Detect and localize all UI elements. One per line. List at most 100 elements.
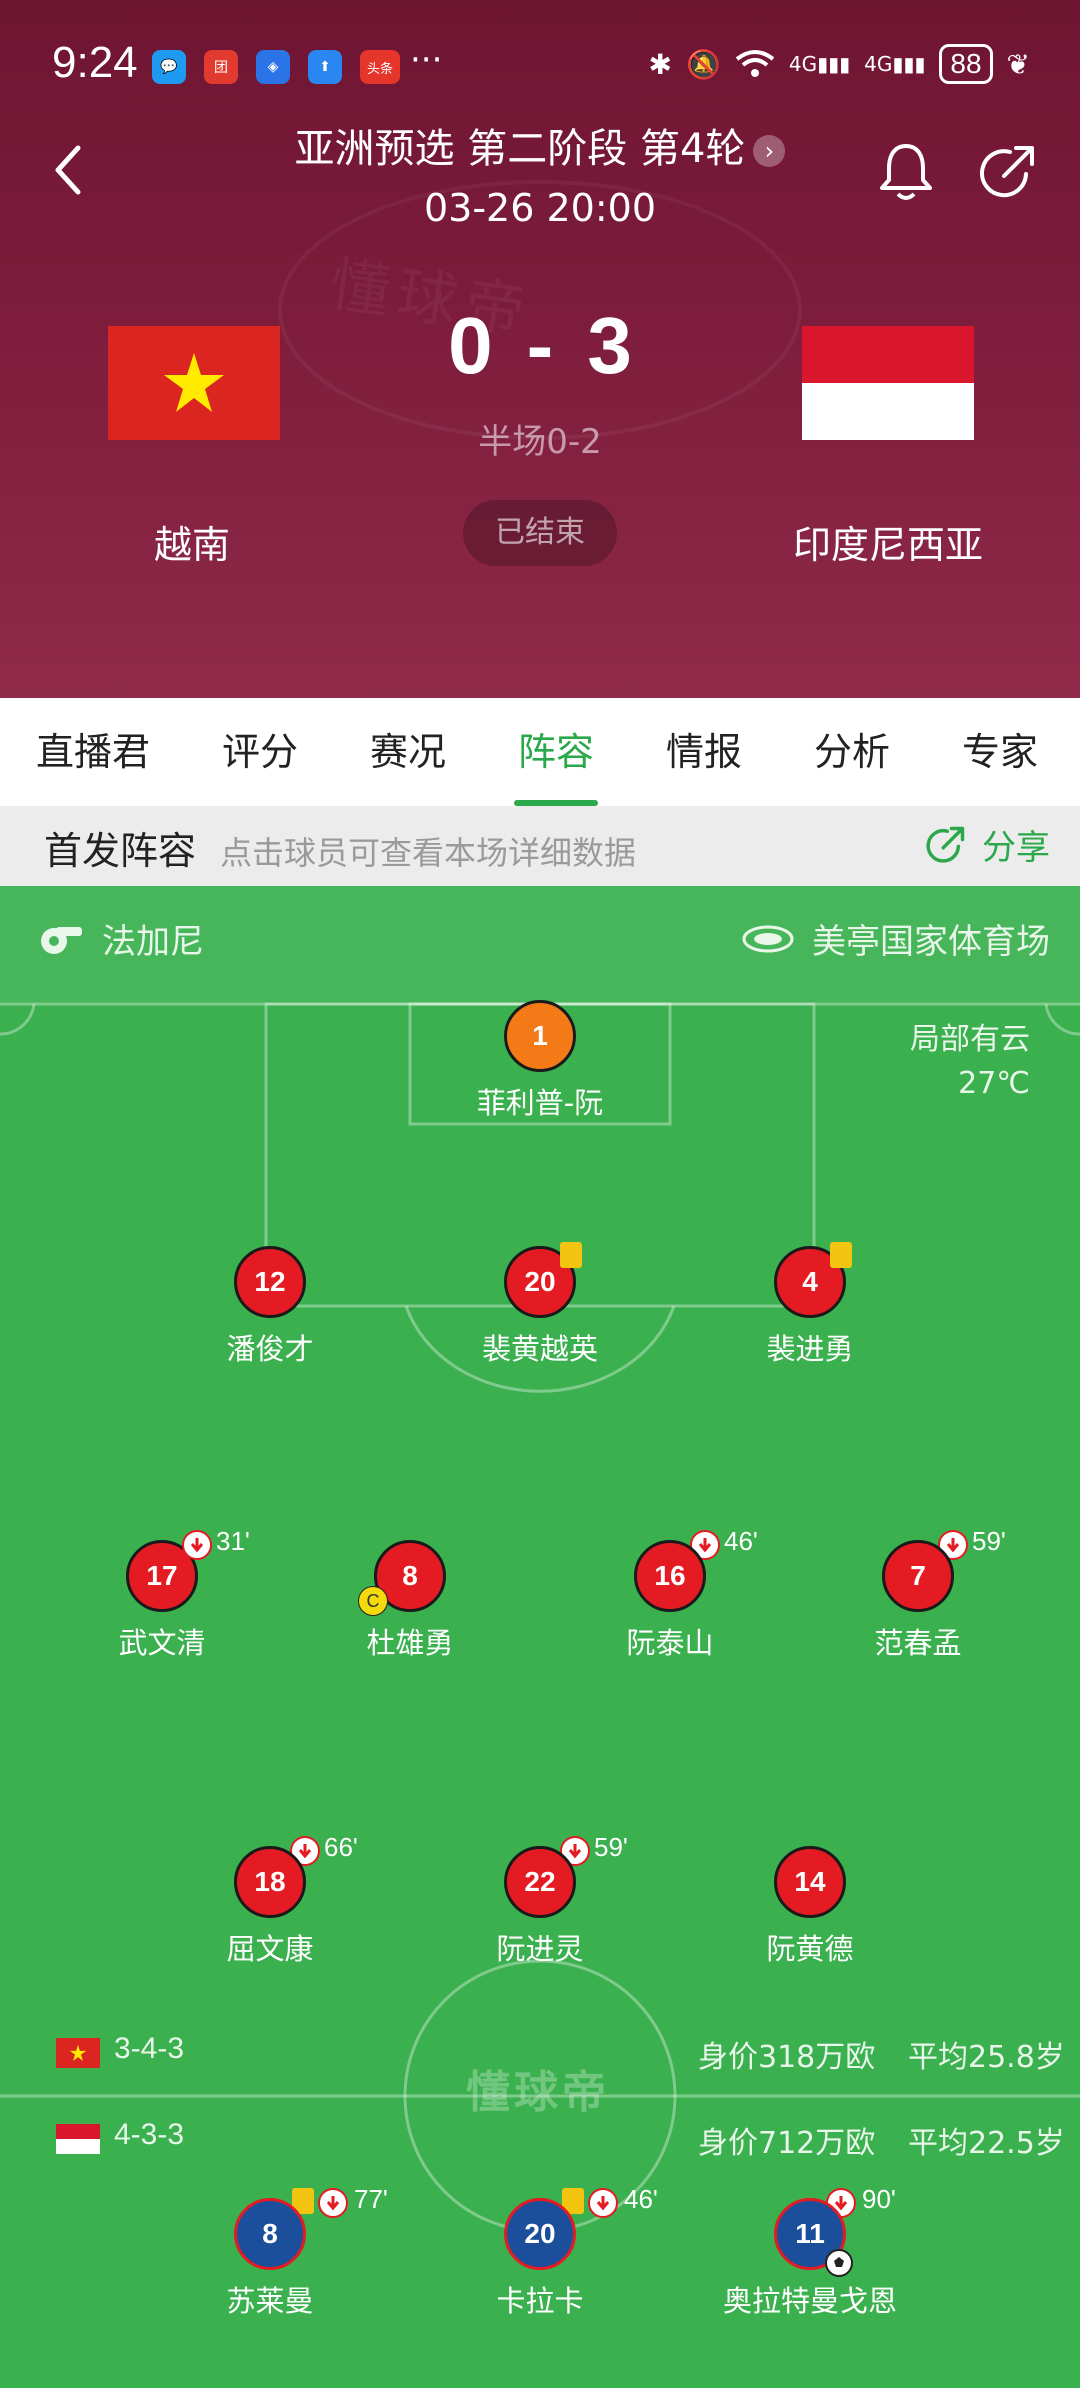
lineup-share-button[interactable]: 分享 xyxy=(924,820,1050,869)
yellow-card-icon xyxy=(560,1242,582,1268)
weather-temperature: 27℃ xyxy=(958,1066,1030,1101)
player-number: 22 xyxy=(504,1846,576,1918)
status-right: ✱ 🔕 4G▮▮▮ 4G▮▮▮ 88 ❦ xyxy=(648,44,1030,84)
mute-icon: 🔕 xyxy=(685,47,721,81)
sub-minute: 59' xyxy=(594,1832,628,1862)
sub-out-icon xyxy=(588,2188,618,2218)
away-mini-flag xyxy=(56,2124,100,2154)
tab-ratings[interactable]: 评分 xyxy=(186,698,334,806)
sub-minute: 59' xyxy=(972,1526,1006,1556)
yellow-card-icon xyxy=(830,1242,852,1268)
away-avg-age: 平均22.5岁 xyxy=(908,2126,1065,2161)
sub-out-icon xyxy=(318,2188,348,2218)
player-name: 阮泰山 xyxy=(626,1626,714,1660)
away-team-name[interactable]: 印度尼西亚 xyxy=(718,514,1058,569)
signal-1-icon: 4G▮▮▮ xyxy=(788,52,851,76)
player-number: 1 xyxy=(504,1000,576,1072)
player-home-8[interactable]: 8 C 杜雄勇 xyxy=(300,1540,520,1662)
player-name: 裴进勇 xyxy=(766,1332,854,1366)
player-home-1[interactable]: 1 菲利普-阮 xyxy=(430,1000,650,1122)
bluetooth-icon: ✱ xyxy=(648,47,672,81)
tab-intel[interactable]: 情报 xyxy=(630,698,778,806)
home-mini-flag xyxy=(56,2038,100,2068)
tab-live[interactable]: 直播君 xyxy=(0,698,186,806)
tab-experts[interactable]: 专家 xyxy=(926,698,1074,806)
away-formation: 4-3-3 xyxy=(114,2118,185,2151)
venue-name: 美亭国家体育场 xyxy=(812,922,1050,962)
match-title-text: 亚洲预选 第二阶段 第4轮 xyxy=(294,126,746,172)
away-formation-row: 4-3-3 身价712万欧 平均22.5岁 xyxy=(0,2114,1080,2164)
tab-analysis[interactable]: 分析 xyxy=(778,698,926,806)
venue-info: 美亭国家体育场 xyxy=(742,914,1050,963)
player-number: 16 xyxy=(634,1540,706,1612)
signal-2-icon: 4G▮▮▮ xyxy=(864,52,926,76)
star-icon xyxy=(69,2044,87,2061)
chat-app-icon: 💬 xyxy=(152,50,186,84)
sub-minute: 66' xyxy=(324,1832,358,1862)
goal-ball-icon xyxy=(825,2249,853,2277)
sub-minute: 46' xyxy=(724,1526,758,1556)
home-score: 0 xyxy=(448,301,493,390)
status-bar: 9:24 💬 团 ◈ ⬆ 头条 ··· ✱ 🔕 4G▮▮▮ 4G▮▮▮ 88 ❦ xyxy=(0,0,1080,130)
share-icon xyxy=(926,826,965,863)
away-market-value: 身价712万欧 xyxy=(698,2126,876,2161)
home-avg-age: 平均25.8岁 xyxy=(908,2040,1065,2075)
chevron-right-icon: › xyxy=(753,135,786,167)
player-name: 卡拉卡 xyxy=(496,2284,584,2318)
pitch-watermark: 懂球帝 xyxy=(466,2067,610,2118)
home-team-name[interactable]: 越南 xyxy=(22,514,362,569)
player-name: 苏莱曼 xyxy=(226,2284,314,2318)
sub-minute: 46' xyxy=(624,2184,658,2214)
player-name: 奥拉特曼戈恩 xyxy=(722,2284,897,2318)
player-number: 20 xyxy=(504,2198,576,2270)
player-name: 菲利普-阮 xyxy=(476,1086,604,1120)
player-away-8[interactable]: 77' 8 苏莱曼 xyxy=(160,2184,387,2320)
player-home-16[interactable]: 46' 16 阮泰山 xyxy=(560,1526,780,1662)
share-label: 分享 xyxy=(982,828,1050,868)
match-status-badge: 已结束 xyxy=(463,500,617,566)
player-number: 18 xyxy=(234,1846,306,1918)
upload-app-icon: ⬆ xyxy=(308,50,342,84)
player-name: 范春孟 xyxy=(874,1626,962,1660)
referee-name: 法加尼 xyxy=(102,922,204,962)
player-home-14[interactable]: 14 阮黄德 xyxy=(700,1846,920,1968)
match-header: 懂球帝 9:24 💬 团 ◈ ⬆ 头条 ··· ✱ 🔕 4G▮▮▮ 4G▮▮▮ … xyxy=(0,0,1080,698)
player-home-20[interactable]: 20 裴黄越英 xyxy=(430,1242,650,1368)
lineup-hint: 点击球员可查看本场详细数据 xyxy=(220,834,637,872)
player-number: 8 xyxy=(234,2198,306,2270)
sub-minute: 31' xyxy=(216,1526,250,1556)
player-number: 14 xyxy=(774,1846,846,1918)
player-home-4[interactable]: 4 裴进勇 xyxy=(700,1242,920,1368)
referee-info: 法加尼 xyxy=(36,914,204,963)
wifi-icon xyxy=(735,50,775,77)
leaf-icon: ❦ xyxy=(1006,47,1030,81)
status-time: 9:24 xyxy=(52,38,138,87)
stadium-icon xyxy=(742,925,794,952)
news-app-icon: 头条 xyxy=(360,50,400,84)
player-number: 7 xyxy=(882,1540,954,1612)
sub-out-icon xyxy=(182,1530,212,1560)
player-home-18[interactable]: 66' 18 屈文康 xyxy=(160,1832,380,1968)
tab-bar: 直播君 评分 赛况 阵容 情报 分析 专家 xyxy=(0,698,1080,806)
share-icon[interactable] xyxy=(976,140,1040,204)
player-home-22[interactable]: 59' 22 阮进灵 xyxy=(430,1832,650,1968)
sub-minute: 90' xyxy=(862,2184,896,2214)
player-name: 潘俊才 xyxy=(226,1332,314,1366)
player-away-20[interactable]: 46' 20 卡拉卡 xyxy=(430,2184,657,2320)
player-name: 阮进灵 xyxy=(496,1932,584,1966)
tab-lineup[interactable]: 阵容 xyxy=(482,698,630,806)
whistle-icon xyxy=(41,926,82,954)
player-home-12[interactable]: 12 潘俊才 xyxy=(160,1246,380,1368)
player-home-17[interactable]: 17 31' 武文清 xyxy=(52,1526,272,1662)
tab-match-events[interactable]: 赛况 xyxy=(334,698,482,806)
shield-app-icon: ◈ xyxy=(256,50,290,84)
player-home-7[interactable]: 59' 7 范春孟 xyxy=(808,1526,1028,1662)
away-score: 3 xyxy=(587,301,632,390)
bell-icon[interactable] xyxy=(876,140,936,204)
half-time-score: 半场0-2 xyxy=(478,422,602,462)
player-away-11[interactable]: 90' 11 奥拉特曼戈恩 xyxy=(700,2184,920,2320)
home-market-value: 身价318万欧 xyxy=(698,2040,876,2075)
store-app-icon: 团 xyxy=(204,50,238,84)
more-notifications: ··· xyxy=(410,40,443,80)
player-name: 屈文康 xyxy=(226,1932,314,1966)
